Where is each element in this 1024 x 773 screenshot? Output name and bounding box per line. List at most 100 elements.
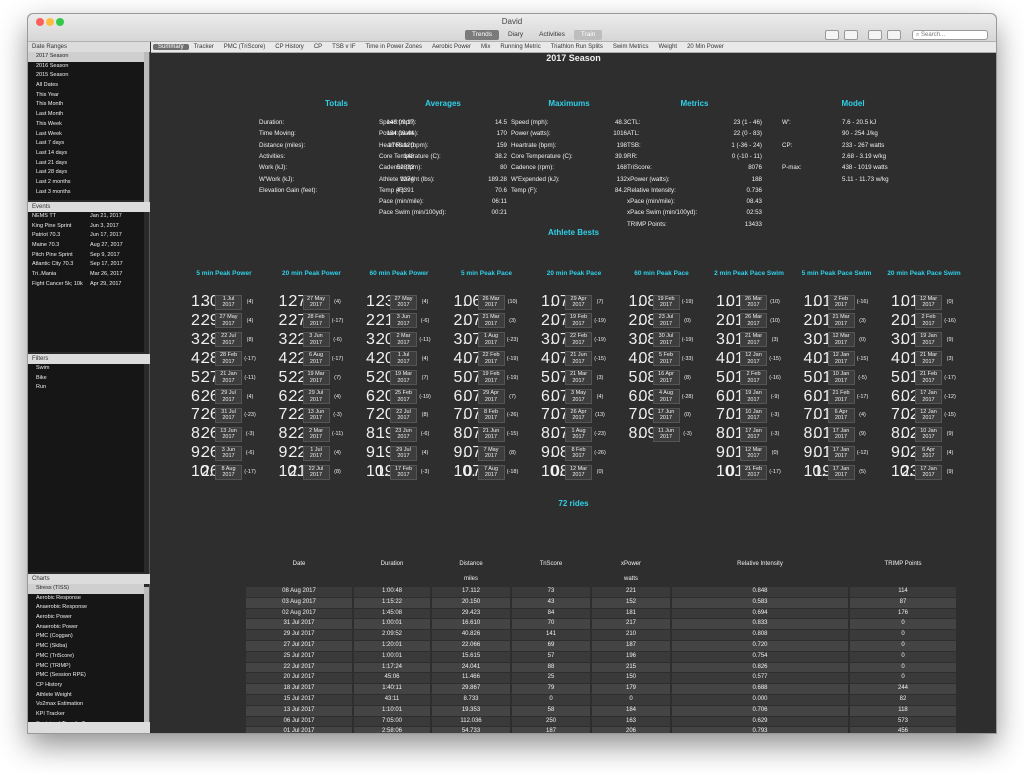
tab-item[interactable]: Swim Metrics [608,44,654,50]
date-range-item[interactable]: Last 2 months [28,178,144,188]
search-input[interactable]: ⌕ Search... [912,30,988,40]
best-date[interactable]: 8 Aug 2017 [215,464,242,480]
table-row[interactable]: 01 Jul 2017 2:58:06 54.733 187 206 0.793 456 [246,727,956,733]
tab-item[interactable]: Aerobic Power [427,44,476,50]
best-date[interactable]: 21 Mar 2017 [565,370,592,386]
best-date[interactable]: 17 Jan 2017 [915,389,942,404]
best-date[interactable]: 19 Feb 2017 [565,313,592,329]
charts-scrollbar[interactable] [144,587,149,732]
best-date[interactable]: 6 Aug 2017 [302,351,330,367]
best-date[interactable]: 12 Mar 2017 [827,332,855,348]
event-item[interactable]: Atlantic City 70.3 Sep 17, 2017 [28,260,144,270]
best-date[interactable]: 19 Jan 2017 [740,389,767,404]
chart-item[interactable]: Athlete Weight [28,691,144,701]
best-date[interactable]: 17 Jan 2017 [827,426,855,442]
best-date[interactable]: 26 Mar 2017 [477,294,505,310]
best-date[interactable]: 5 Feb 2017 [652,351,680,367]
event-item[interactable]: King Pine Sprint Jun 3, 2017 [28,222,144,232]
event-item[interactable]: Tri..Mania Mar 26, 2017 [28,270,144,280]
best-date[interactable]: 19 Mar 2017 [302,370,330,386]
chart-item[interactable]: PMC (Skiba) [28,642,144,652]
table-row[interactable]: 22 Jul 2017 1:17:24 24.041 88 215 0.826 0 [246,662,956,673]
best-date[interactable]: 21 Feb 2017 [827,389,855,404]
table-row[interactable]: 25 Jul 2017 1:00:01 15.615 57 196 0.754 0 [246,651,956,662]
date-range-item[interactable]: This Year [28,91,144,101]
chart-item[interactable]: Vo2max Estimation [28,700,144,710]
best-date[interactable]: 1 Aug 2017 [477,332,505,348]
best-date[interactable]: 1 Jul 2017 [302,445,330,461]
chart-item[interactable]: Anaerobic Power [28,623,144,633]
chart-item[interactable]: CP History [28,681,144,691]
date-range-item[interactable]: 2016 Season [28,62,144,72]
best-date[interactable]: 4 Aug 2017 [652,389,680,404]
best-date[interactable]: 17 Jan 2017 [915,464,942,480]
best-date[interactable]: 2 Feb 2017 [827,294,855,310]
best-date[interactable]: 11 Jun 2017 [652,426,680,442]
best-date[interactable]: 22 Jul 2017 [390,407,417,423]
table-row[interactable]: 20 Jul 2017 45:06 11.466 25 150 0.577 0 [246,673,956,684]
date-range-item[interactable]: Last 21 days [28,159,144,169]
tab-item[interactable]: Mix [476,44,495,50]
best-date[interactable]: 27 May 2017 [302,294,330,310]
best-date[interactable]: 23 Jun 2017 [390,426,417,442]
layout-view-icon[interactable] [887,30,901,40]
best-date[interactable]: 12 Jan 2017 [827,351,855,367]
tab-item[interactable]: CP [309,44,327,50]
best-date[interactable]: 7 Aug 2017 [477,464,505,480]
tab-item[interactable]: Time in Power Zones [361,44,427,50]
date-range-item[interactable]: Last 7 days [28,139,144,149]
table-row[interactable]: 02 Aug 2017 1:45:08 29.423 84 181 0.694 176 [246,608,956,619]
best-date[interactable]: 12 Jan 2017 [915,407,942,423]
best-date[interactable]: 13 Jun 2017 [302,407,330,423]
best-date[interactable]: 17 Feb 2017 [390,464,417,480]
best-date[interactable]: 2 Mar 2017 [302,426,330,442]
date-range-item[interactable]: All Dates [28,81,144,91]
best-date[interactable]: 19 Feb 2017 [477,370,505,386]
chart-item[interactable]: PMC (Coggan) [28,632,144,642]
sidebar-toggle-icon[interactable] [825,30,839,40]
date-range-item[interactable]: This Month [28,100,144,110]
table-row[interactable]: 13 Jul 2017 1:10:01 19.353 58 184 0.706 118 [246,705,956,716]
table-row[interactable]: 27 Jul 2017 1:20:01 22.066 69 187 0.720 0 [246,640,956,651]
best-date[interactable]: 21 Jun 2017 [565,351,592,367]
best-date[interactable]: 28 Feb 2017 [215,351,242,367]
best-date[interactable]: 29 Apr 2017 [477,389,505,404]
best-date[interactable]: 2 Mar 2017 [390,332,417,348]
table-row[interactable]: 18 Jul 2017 1:40:11 29.867 79 179 0.688 244 [246,684,956,694]
chart-item[interactable]: KPI Tracker [28,710,144,720]
best-date[interactable]: 17 Jan 2017 [827,445,855,461]
chart-item[interactable]: PMC (TriScore) [28,652,144,662]
chart-item[interactable]: PMC (Session RPE) [28,671,144,681]
chart-item[interactable]: Aerobic Power [28,613,144,623]
date-range-item[interactable]: 2015 Season [28,71,144,81]
best-date[interactable]: 25 Feb 2017 [390,389,417,404]
best-date[interactable]: 3 Jun 2017 [390,313,417,329]
table-row[interactable]: 29 Jul 2017 2:09:52 40.826 141 210 0.808 0 [246,630,956,640]
tab-item[interactable]: 20 Min Power [682,44,729,50]
tab-item[interactable]: CP History [270,44,309,50]
best-date[interactable]: 12 Jan 2017 [740,351,767,367]
table-row[interactable]: 06 Jul 2017 7:05:00 112.036 250 163 0.629 573 [246,716,956,727]
best-date[interactable]: 21 Feb 2017 [915,370,942,386]
event-item[interactable]: Patriot 70.3 Jun 17, 2017 [28,231,144,241]
best-date[interactable]: 1 Jul 2017 [390,351,417,367]
best-date[interactable]: 29 Jul 2017 [390,445,417,461]
best-date[interactable]: 23 Jul 2017 [652,313,680,329]
tab-item[interactable]: Triathlon Run Splits [546,44,608,50]
best-date[interactable]: 19 Mar 2017 [390,370,417,386]
best-date[interactable]: 17 Jan 2017 [827,464,855,480]
best-date[interactable]: 21 Jan 2017 [215,370,242,386]
chart-item[interactable]: Aerobic Response [28,594,144,604]
best-date[interactable]: 21 Mar 2017 [740,332,767,348]
best-date[interactable]: 26 Apr 2017 [565,407,592,423]
best-date[interactable]: 19 Feb 2017 [652,294,680,310]
best-date[interactable]: 26 Mar 2017 [740,294,767,310]
best-date[interactable]: 3 Jun 2017 [302,332,330,348]
best-date[interactable]: 7 May 2017 [477,445,505,461]
date-range-item[interactable]: Last Month [28,110,144,120]
best-date[interactable]: 12 Mar 2017 [740,445,767,461]
best-date[interactable]: 10 Jan 2017 [740,407,767,423]
best-date[interactable]: 22 Feb 2017 [565,332,592,348]
best-date[interactable]: 29 Jul 2017 [302,389,330,404]
best-date[interactable]: 22 Jul 2017 [302,464,330,480]
